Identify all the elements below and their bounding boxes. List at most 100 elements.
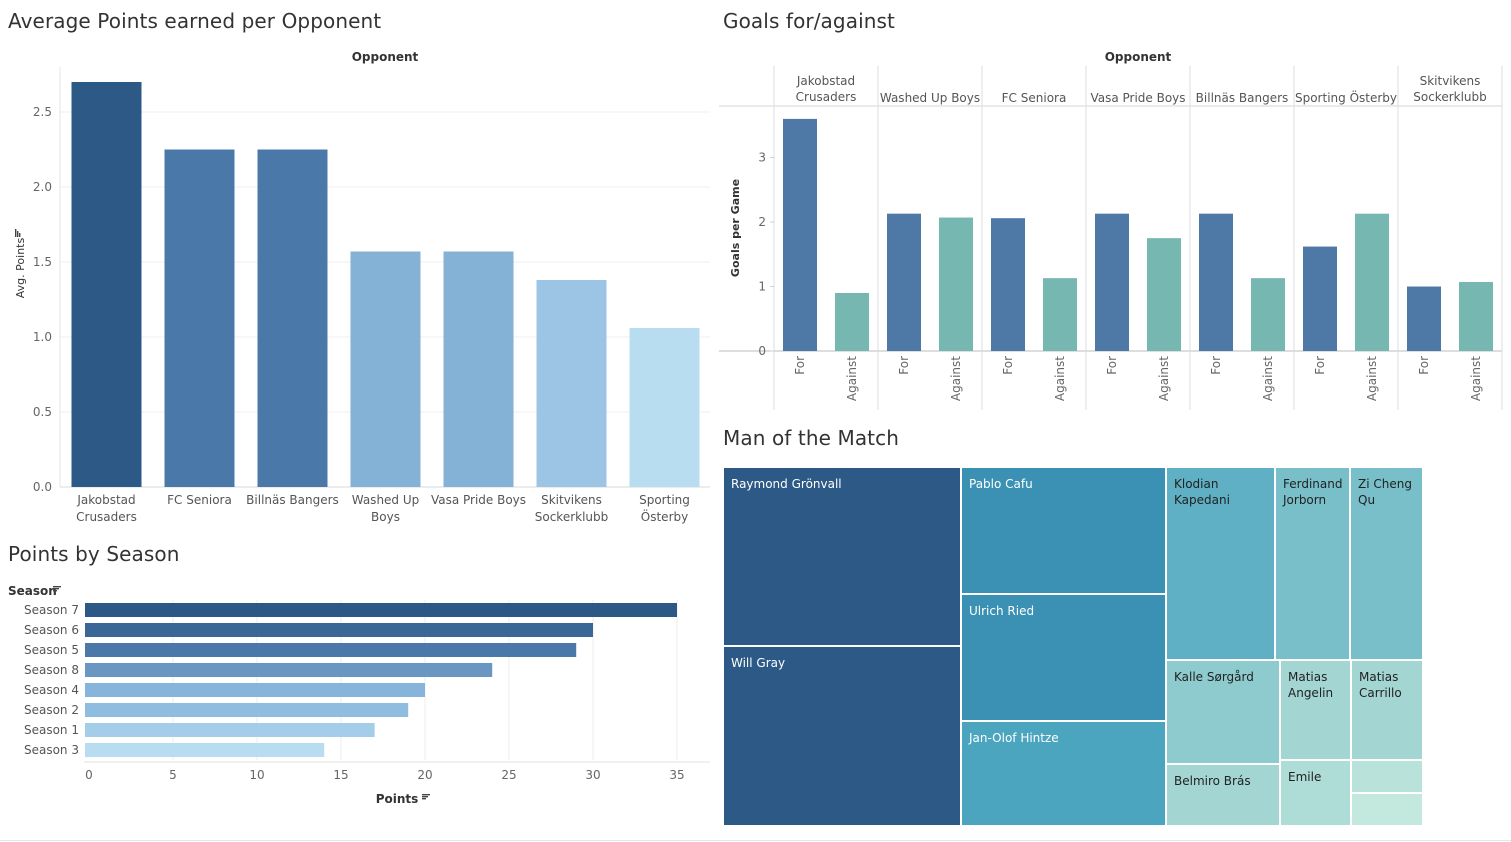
- season-label: Season 3: [24, 743, 79, 757]
- season-sort-icon: [53, 586, 61, 592]
- avg-bar: [536, 280, 607, 487]
- season-title: Points by Season: [8, 542, 180, 566]
- avg-bar: [164, 149, 235, 487]
- treemap-cell: Kalle Sørgård: [1166, 660, 1280, 764]
- season-label: Season 7: [24, 603, 79, 617]
- goals-bar: [939, 217, 973, 351]
- goals-bar: [1251, 278, 1285, 351]
- goals-bar-label: For: [1105, 356, 1119, 375]
- season-label: Season 4: [24, 683, 79, 697]
- goals-bar: [991, 218, 1025, 351]
- season-xtick: 5: [169, 768, 177, 782]
- avg-bar: [443, 251, 514, 487]
- avg-bar: [350, 251, 421, 487]
- treemap-cell: Emile: [1280, 760, 1351, 826]
- season-xtick: 30: [585, 768, 600, 782]
- avg-xtick: Skitvikens: [541, 493, 602, 507]
- season-bar: [85, 603, 677, 617]
- goals-group-label: Crusaders: [796, 90, 857, 104]
- avg-ytick: 1.0: [33, 330, 52, 344]
- goals-title: Goals for/against: [723, 9, 895, 33]
- avg-xtick: Washed Up: [352, 493, 420, 507]
- goals-group-label: Skitvikens: [1420, 74, 1481, 88]
- avg-xtick: Jakobstad: [76, 493, 135, 507]
- avg-bar: [71, 82, 142, 487]
- avg-xtick: Vasa Pride Boys: [431, 493, 526, 507]
- goals-bar: [1407, 286, 1441, 351]
- season-bar: [85, 683, 425, 697]
- goals-ytick: 3: [758, 151, 766, 165]
- goals-ytick: 0: [758, 344, 766, 358]
- season-bar: [85, 743, 325, 757]
- avg-xtick: Boys: [371, 510, 400, 524]
- avg-bar: [257, 149, 328, 487]
- season-bar: [85, 703, 409, 717]
- season-xsort-icon: [422, 794, 430, 800]
- goals-bar-label: Against: [1261, 356, 1275, 401]
- goals-group-label: Billnäs Bangers: [1196, 91, 1289, 105]
- goals-bar: [783, 118, 817, 351]
- goals-bar-label: For: [1209, 356, 1223, 375]
- goals-bar: [1303, 246, 1337, 351]
- goals-ylabel: Goals per Game: [729, 179, 742, 277]
- goals-header: Opponent: [1105, 50, 1172, 64]
- divider: [0, 840, 1511, 841]
- season-xtick: 0: [85, 768, 93, 782]
- goals-ytick: 2: [758, 215, 766, 229]
- avg-xtick: FC Seniora: [167, 493, 232, 507]
- avg-ytick: 2.5: [33, 105, 52, 119]
- season-xtick: 10: [249, 768, 264, 782]
- season-bar: [85, 723, 375, 737]
- goals-bar-label: Against: [949, 356, 963, 401]
- goals-bar-label: For: [897, 356, 911, 375]
- avg-sort-icon: [15, 229, 21, 237]
- treemap-cell: Raymond Grönvall: [723, 467, 961, 646]
- avg-xtick: Sockerklubb: [535, 510, 609, 524]
- season-xtick: 15: [333, 768, 348, 782]
- treemap-cell: Matias Carrillo: [1351, 660, 1423, 760]
- goals-bar: [887, 213, 921, 351]
- season-xtick: 35: [669, 768, 684, 782]
- motm-treemap: Raymond Grönvall Will Gray Pablo Cafu Ulric…: [723, 467, 1423, 826]
- treemap-cell: Jan-Olof Hintze: [961, 721, 1166, 826]
- season-label: Season 5: [24, 643, 79, 657]
- season-bar: [85, 643, 577, 657]
- treemap-cell: Belmiro Brás: [1166, 764, 1280, 826]
- avg-xtick: Österby: [641, 508, 688, 524]
- goals-group-label: Vasa Pride Boys: [1090, 91, 1185, 105]
- goals-bar: [1355, 213, 1389, 351]
- treemap-cell: Ferdinand Jorborn: [1275, 467, 1350, 660]
- season-label: Season 6: [24, 623, 79, 637]
- goals-bar: [835, 292, 869, 351]
- avg-xtick: Billnäs Bangers: [246, 493, 339, 507]
- season-bar: [85, 623, 593, 637]
- goals-group-label: Jakobstad: [796, 74, 855, 88]
- season-label: Season 8: [24, 663, 79, 677]
- goals-bar-label: Against: [1365, 356, 1379, 401]
- goals-bar-label: For: [1001, 356, 1015, 375]
- goals-bar: [1199, 213, 1233, 351]
- treemap-cell: Matias Angelin: [1280, 660, 1351, 760]
- season-ylabel: Season: [8, 584, 57, 598]
- treemap-cell: Pablo Cafu: [961, 467, 1166, 594]
- goals-bar-label: Against: [1469, 356, 1483, 401]
- goals-group-label: Sporting Österby: [1295, 89, 1397, 105]
- season-xlabel: Points: [376, 792, 419, 806]
- treemap-cell: [1351, 793, 1423, 826]
- goals-bar-label: Against: [845, 356, 859, 401]
- avg-header: Opponent: [352, 50, 419, 64]
- season-chart: 0 5 10 15 20 25 30 35 Season Points Season 7 Season…: [8, 584, 710, 806]
- season-xtick: 25: [501, 768, 516, 782]
- season-xtick: 20: [417, 768, 432, 782]
- avg-points-title: Average Points earned per Opponent: [8, 9, 382, 33]
- goals-bar-label: Against: [1157, 356, 1171, 401]
- avg-xtick: Crusaders: [76, 510, 137, 524]
- season-label: Season 1: [24, 723, 79, 737]
- avg-ytick: 2.0: [33, 180, 52, 194]
- treemap-cell: Zi Cheng Qu: [1350, 467, 1423, 660]
- goals-bar: [1459, 282, 1493, 351]
- season-label: Season 2: [24, 703, 79, 717]
- goals-bar-label: Against: [1053, 356, 1067, 401]
- avg-xtick: Sporting: [639, 493, 690, 507]
- avg-ytick: 0.5: [33, 405, 52, 419]
